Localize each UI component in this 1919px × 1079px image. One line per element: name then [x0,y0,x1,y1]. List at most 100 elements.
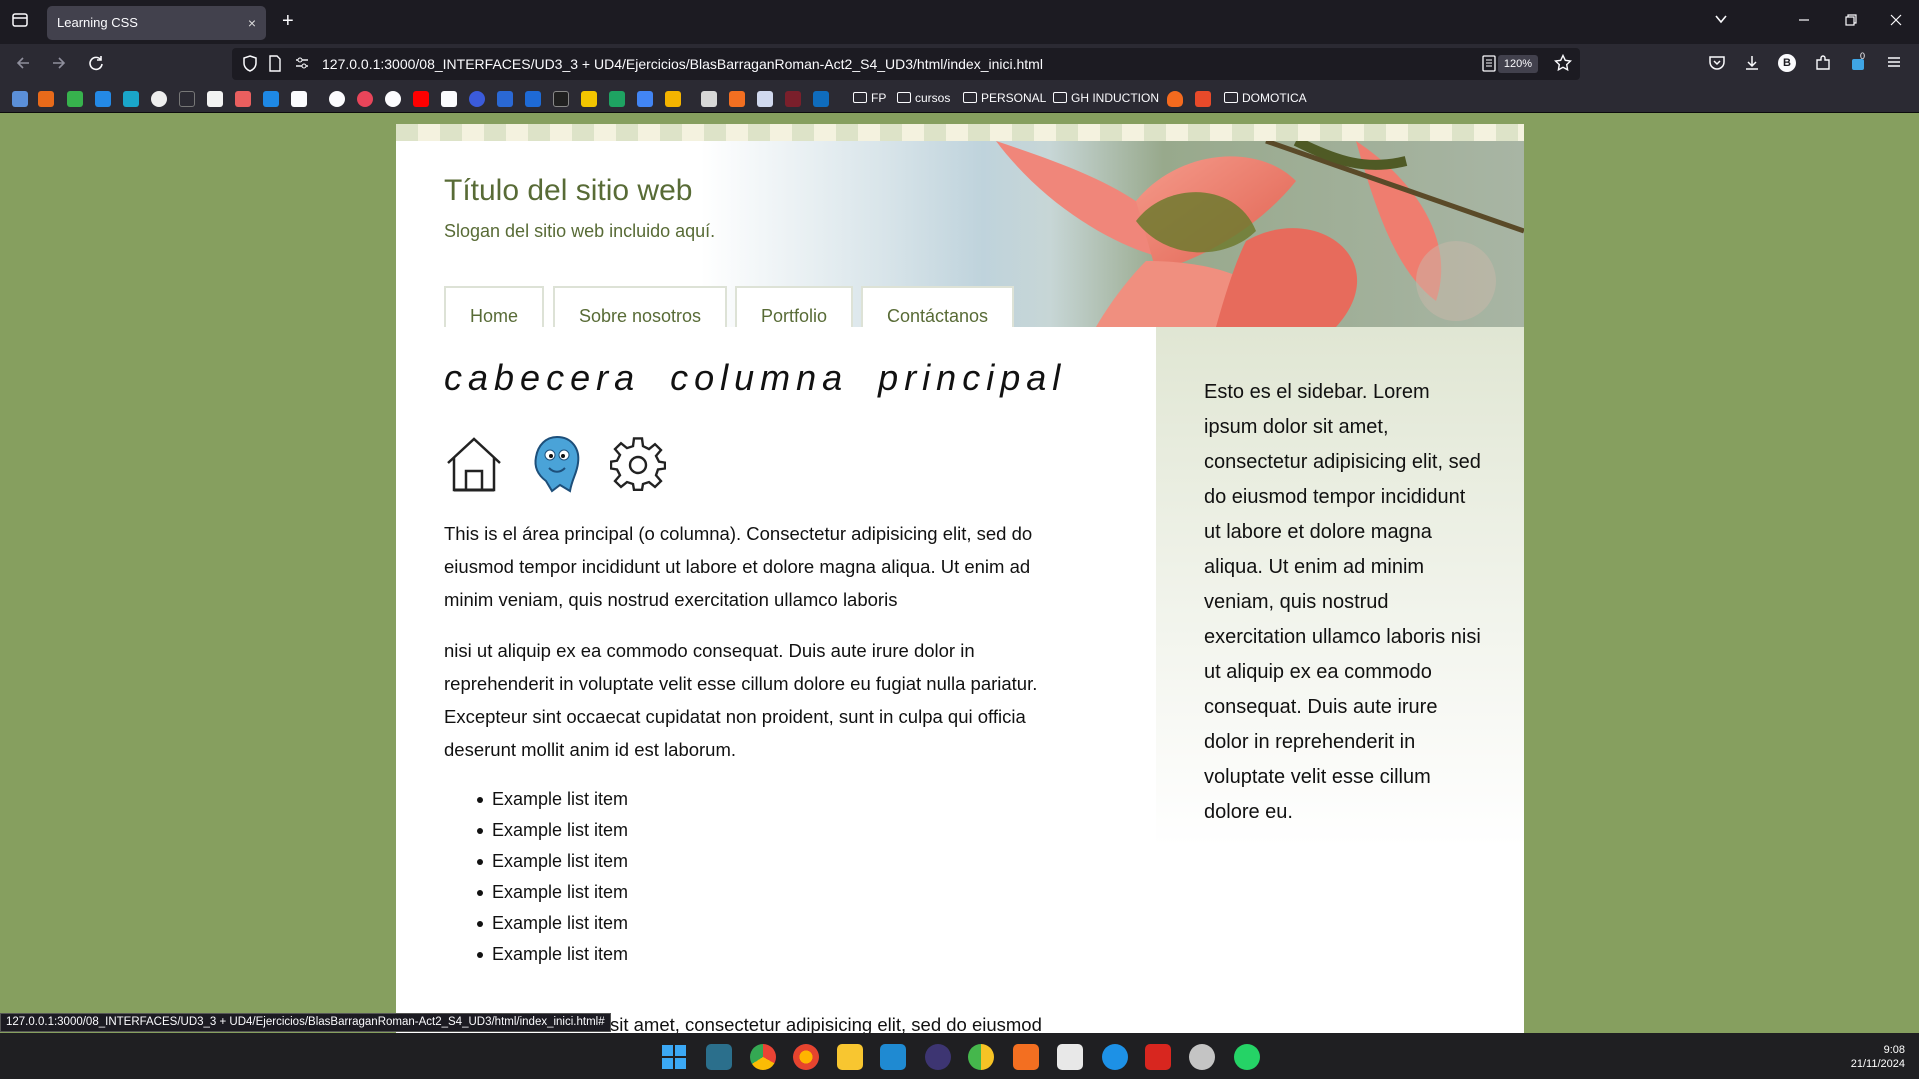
eclipse-icon[interactable] [925,1044,951,1070]
xampp-icon[interactable] [1013,1044,1039,1070]
bookmark-star-icon[interactable] [1553,53,1573,78]
windows-start-icon[interactable] [661,1044,687,1070]
bookmark-cube-icon[interactable] [123,91,139,107]
example-list: Example list item Example list item Exam… [477,784,1084,970]
list-item: Example list item [477,846,1084,877]
bookmark-gmail-icon[interactable] [441,91,457,107]
colorful-circle-icon[interactable] [968,1044,994,1070]
vs-code-insiders-icon[interactable] [706,1044,732,1070]
blue-mascot-icon [534,435,580,493]
browser-navbar: 127.0.0.1:3000/08_INTERFACES/UD3_3 + UD4… [0,44,1919,84]
firefox-icon[interactable] [793,1044,819,1070]
browser-titlebar: Learning CSS × + [0,0,1919,44]
url-text: 127.0.0.1:3000/08_INTERFACES/UD3_3 + UD4… [322,56,1043,72]
file-explorer-icon[interactable] [837,1044,863,1070]
folder-icon [1053,92,1067,103]
bookmark-onedrive-icon[interactable] [497,91,513,107]
bookmark-circle-icon[interactable] [151,91,167,107]
bookmark-pocket-icon[interactable] [357,91,373,107]
address-bar[interactable]: 127.0.0.1:3000/08_INTERFACES/UD3_3 + UD4… [232,48,1580,80]
shield-icon[interactable] [242,55,258,79]
bookmark-sheets-icon[interactable] [609,91,625,107]
windows-taskbar: 9:08 21/11/2024 [0,1033,1919,1079]
list-item: Example list item [477,877,1084,908]
bookmark-outlook-icon[interactable] [813,91,829,107]
system-clock[interactable]: 9:08 21/11/2024 [1851,1043,1905,1071]
bookmark-folder-cursos[interactable]: cursos [897,90,950,107]
back-arrow-icon[interactable] [14,54,32,78]
acrobat-icon[interactable] [1145,1044,1171,1070]
app-menu-icon[interactable] [1886,54,1902,76]
folder-icon [897,92,911,103]
bookmark-docs-icon[interactable] [637,91,653,107]
docker-icon[interactable] [1102,1044,1128,1070]
page-icon[interactable] [268,55,282,78]
downloads-icon[interactable] [1743,54,1761,78]
clock-date: 21/11/2024 [1850,1058,1905,1070]
nav-home[interactable]: Home [444,286,544,327]
reader-view-icon[interactable] [1482,55,1496,78]
pocket-icon[interactable] [1708,54,1726,78]
minimize-window-icon[interactable] [1798,12,1810,32]
clock-app-icon[interactable] [1189,1044,1215,1070]
bookmark-red-icon[interactable] [785,91,801,107]
bookmark-grey-icon[interactable] [701,91,717,107]
bookmark-white-icon[interactable] [207,91,223,107]
bookmark-calendar-icon[interactable] [525,91,541,107]
bookmark-amazon-icon[interactable] [291,91,307,107]
bookmark-fire-icon[interactable] [1167,91,1183,107]
bookmark-c-icon[interactable] [469,91,485,107]
flower-header-image [996,141,1524,327]
chrome-icon[interactable] [750,1044,776,1070]
vscode-icon[interactable] [880,1044,906,1070]
folder-icon [853,92,867,103]
tab-list-icon[interactable] [12,12,28,34]
tab-overflow-chevron-icon[interactable] [1714,12,1728,32]
web-page: Título del sitio web Slogan del sitio we… [396,124,1524,1033]
nav-portfolio[interactable]: Portfolio [735,286,853,327]
list-item: Example list item [477,815,1084,846]
bookmark-figma-icon[interactable] [553,91,569,107]
main-heading: cabecera columna principal [444,357,1067,398]
close-window-icon[interactable] [1890,12,1902,32]
new-tab-button[interactable]: + [282,11,294,31]
bookmark-slides-icon[interactable] [665,91,681,107]
permissions-icon[interactable] [294,55,310,77]
bookmark-folder-fp[interactable]: FP [853,90,886,107]
forward-arrow-icon[interactable] [50,54,68,78]
main-paragraph-2: nisi ut aliquip ex ea commodo consequat.… [444,640,1038,760]
bookmark-wifi-icon[interactable] [95,91,111,107]
extension-puzzle-icon[interactable] [1814,54,1832,78]
bookmark-orange-icon[interactable] [1195,91,1211,107]
zoom-level-badge[interactable]: 120% [1497,55,1538,73]
bookmark-youtube-icon[interactable] [413,91,429,107]
bookmark-chatgpt-icon[interactable] [385,91,401,107]
site-slogan: Slogan del sitio web incluido aquí. [444,221,716,241]
bookmark-shield-icon[interactable] [67,91,83,107]
bookmark-drive-icon[interactable] [581,91,597,107]
nav-contactanos[interactable]: Contáctanos [861,286,1014,327]
bookmark-github-icon[interactable] [329,91,345,107]
restore-window-icon[interactable] [1845,12,1857,32]
list-item: Example list item [477,939,1084,970]
snipping-tool-icon[interactable] [1057,1044,1083,1070]
folder-icon [963,92,977,103]
bookmark-blue-icon[interactable] [263,91,279,107]
nav-sobre-nosotros[interactable]: Sobre nosotros [553,286,727,327]
whatsapp-icon[interactable] [1234,1044,1260,1070]
bookmark-doc-icon[interactable] [757,91,773,107]
tab-learning-css[interactable]: Learning CSS × [47,6,266,40]
bookmark-x-icon[interactable] [38,91,54,107]
bookmark-folder-gh-induction[interactable]: GH INDUCTION [1053,90,1159,107]
bookmark-colorful-icon[interactable] [235,91,251,107]
tab-close-icon[interactable]: × [248,6,256,40]
bookmark-arrows-icon[interactable] [12,91,28,107]
sidebar: Esto es el sidebar. Lorem ipsum dolor si… [1156,327,1524,847]
bookmark-folder-personal[interactable]: PERSONAL [963,90,1046,107]
extension-blue-icon[interactable] [1850,54,1868,78]
bookmark-xampp-icon[interactable] [729,91,745,107]
profile-avatar[interactable]: B [1778,54,1796,72]
bookmark-dark-icon[interactable] [179,91,195,107]
reload-icon[interactable] [87,54,105,78]
bookmark-folder-domotica[interactable]: DOMOTICA [1224,90,1307,107]
